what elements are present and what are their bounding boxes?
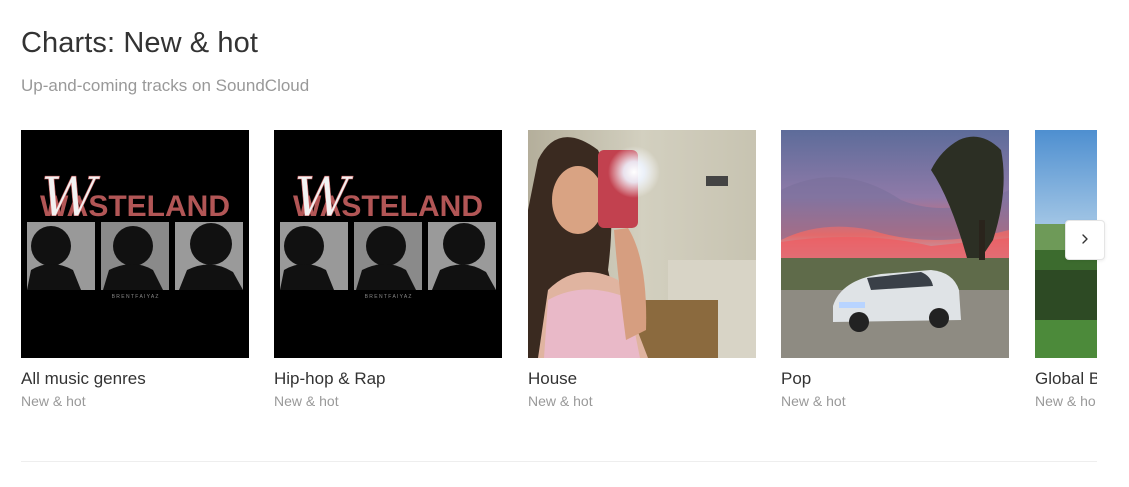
- carousel-next-button[interactable]: [1065, 220, 1105, 260]
- card-title[interactable]: Global B: [1035, 369, 1097, 389]
- card-subtitle: New & hot: [781, 393, 846, 409]
- card-title[interactable]: Hip-hop & Rap: [274, 369, 386, 389]
- cover-art[interactable]: WASTELAND W B R E N T F A I Y A Z: [21, 130, 249, 358]
- chart-card-pop[interactable]: Pop New & hot: [781, 130, 1009, 409]
- cover-art[interactable]: [781, 130, 1009, 358]
- wasteland-artwork: WASTELAND W B R E N T F A I Y A Z: [274, 130, 502, 358]
- art-script-letter: W: [41, 166, 101, 229]
- charts-section: Charts: New & hot Up-and-coming tracks o…: [21, 0, 1097, 487]
- cover-art[interactable]: WASTELAND W B R E N T F A I Y A Z: [274, 130, 502, 358]
- section-subtitle: Up-and-coming tracks on SoundCloud: [21, 76, 310, 95]
- card-subtitle: New & hot: [528, 393, 593, 409]
- car-sunset-artwork: [781, 130, 1009, 358]
- chart-card-hiphop[interactable]: WASTELAND W B R E N T F A I Y A Z Hip-ho…: [274, 130, 502, 409]
- card-subtitle: New & hot: [21, 393, 86, 409]
- art-footer: B R E N T F A I Y A Z: [112, 294, 159, 300]
- section-title[interactable]: Charts: New & hot: [21, 27, 258, 60]
- chart-card-all-music[interactable]: WASTELAND W B R E N T F A I Y A Z All mu…: [21, 130, 249, 409]
- wasteland-artwork: WASTELAND W B R E N T F A I Y A Z: [21, 130, 249, 358]
- art-script-letter: W: [294, 166, 354, 229]
- card-subtitle: New & hot: [274, 393, 339, 409]
- chevron-right-icon: [1079, 233, 1091, 248]
- cover-art[interactable]: [528, 130, 756, 358]
- card-subtitle: New & ho: [1035, 393, 1096, 409]
- selfie-photo-artwork: [528, 130, 756, 358]
- section-divider: [21, 461, 1097, 462]
- charts-carousel: WASTELAND W B R E N T F A I Y A Z All mu…: [21, 130, 1097, 430]
- chart-card-house[interactable]: House New & hot: [528, 130, 756, 409]
- card-title[interactable]: Pop: [781, 369, 811, 389]
- card-title[interactable]: House: [528, 369, 577, 389]
- art-footer: B R E N T F A I Y A Z: [365, 294, 412, 300]
- card-title[interactable]: All music genres: [21, 369, 146, 389]
